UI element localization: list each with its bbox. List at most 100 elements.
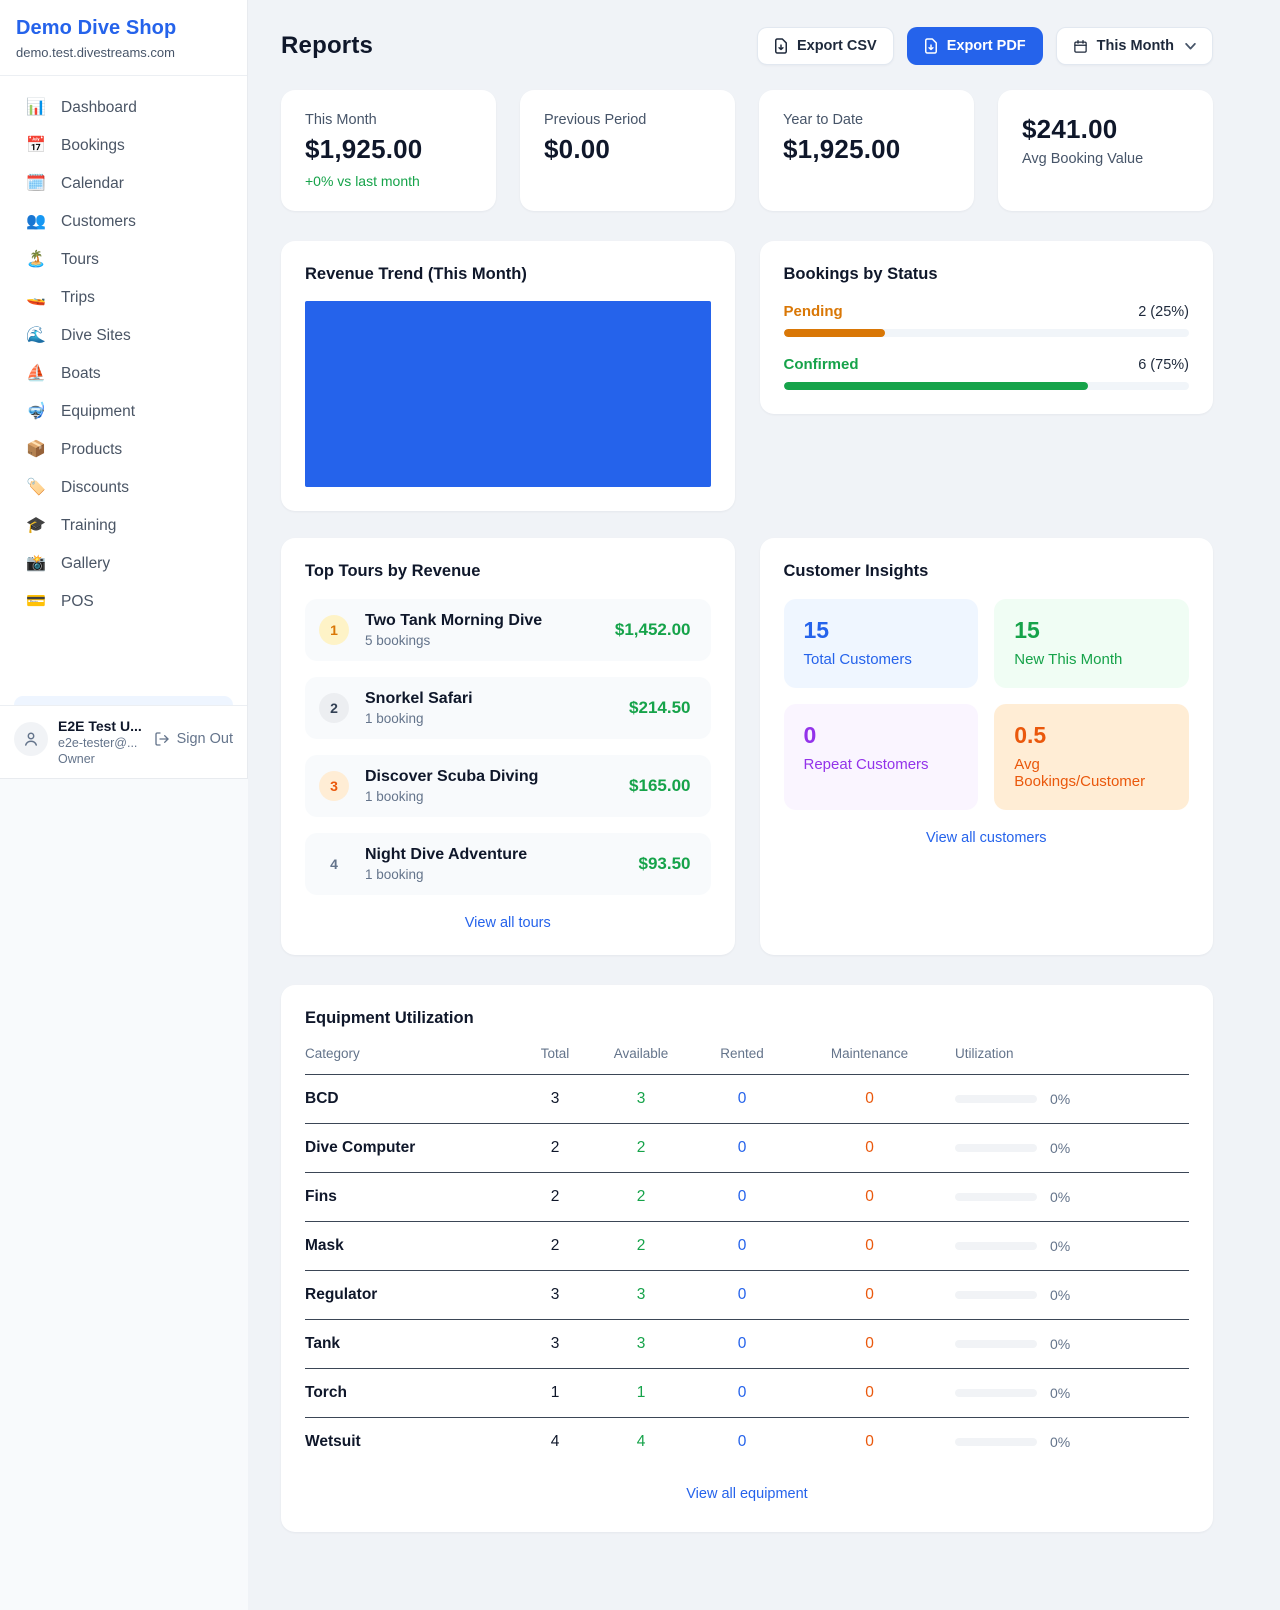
view-all-tours-link[interactable]: View all tours [305,915,711,931]
tour-rank-badge: 3 [319,771,349,801]
equipment-category: Dive Computer [305,1139,515,1157]
equipment-category: Mask [305,1237,515,1255]
file-download-icon [924,38,938,54]
tour-amount: $1,452.00 [615,620,691,640]
equipment-utilization-cell: 0% [942,1189,1189,1205]
customer-insights-card: Customer Insights 15 Total Customers 15 … [760,538,1214,955]
equipment-available: 1 [595,1384,687,1402]
sidebar-item-label: Gallery [61,555,110,573]
equipment-row: Tank 3 3 0 0 0% [305,1320,1189,1369]
sidebar-item-trips[interactable]: 🚤 Trips [12,279,235,317]
sidebar-item-products[interactable]: 📦 Products [12,431,235,469]
stat-card-2: Year to Date$1,925.00 [759,90,974,211]
equipment-total: 2 [515,1188,595,1206]
utilization-percent: 0% [1050,1189,1070,1205]
calendar-icon [1073,39,1088,54]
equipment-row: Wetsuit 4 4 0 0 0% [305,1418,1189,1466]
sidebar-item-reports-partial[interactable] [14,696,233,705]
equipment-rented: 0 [687,1433,797,1451]
sidebar-item-tours[interactable]: 🏝️ Tours [12,241,235,279]
sidebar-item-dashboard[interactable]: 📊 Dashboard [12,89,235,127]
equipment-rented: 0 [687,1237,797,1255]
status-row-pending: Pending 2 (25%) [784,303,1190,337]
tour-row: 2 Snorkel Safari 1 booking $214.50 [305,677,711,739]
stat-card-3: $241.00Avg Booking Value [998,90,1213,211]
export-pdf-label: Export PDF [947,38,1026,54]
equipment-available: 2 [595,1237,687,1255]
status-row-confirmed: Confirmed 6 (75%) [784,356,1190,390]
export-csv-button[interactable]: Export CSV [757,27,894,65]
sidebar-item-calendar[interactable]: 🗓️ Calendar [12,165,235,203]
tour-rank-badge: 2 [319,693,349,723]
insight-tile: 15 Total Customers [784,599,979,688]
equipment-maintenance: 0 [797,1384,942,1402]
equipment-rented: 0 [687,1286,797,1304]
tour-name: Two Tank Morning Dive [365,612,542,630]
stat-label: This Month [305,112,472,128]
equipment-available: 2 [595,1188,687,1206]
utilization-percent: 0% [1050,1238,1070,1254]
sidebar-item-dive-sites[interactable]: 🌊 Dive Sites [12,317,235,355]
sidebar-item-equipment[interactable]: 🤿 Equipment [12,393,235,431]
sidebar-item-boats[interactable]: ⛵ Boats [12,355,235,393]
equipment-utilization-cell: 0% [942,1287,1189,1303]
sidebar-item-label: Dive Sites [61,327,131,345]
insights-row: Top Tours by Revenue 1 Two Tank Morning … [281,538,1213,955]
export-pdf-button[interactable]: Export PDF [907,27,1043,65]
utilization-percent: 0% [1050,1336,1070,1352]
equipment-available: 3 [595,1286,687,1304]
equipment-rented: 0 [687,1384,797,1402]
user-email: e2e-tester@... [58,736,142,750]
sidebar-item-customers[interactable]: 👥 Customers [12,203,235,241]
equipment-category: Torch [305,1384,515,1402]
period-selector[interactable]: This Month [1056,27,1213,65]
tour-bookings: 1 booking [365,711,473,726]
equipment-utilization-cell: 0% [942,1385,1189,1401]
sidebar-item-label: Bookings [61,137,125,155]
sidebar-item-label: Calendar [61,175,124,193]
tour-amount: $214.50 [629,698,690,718]
view-all-equipment-link[interactable]: View all equipment [305,1486,1189,1502]
revenue-trend-chart [305,301,711,487]
tour-rank-badge: 1 [319,615,349,645]
sidebar-item-discounts[interactable]: 🏷️ Discounts [12,469,235,507]
col-utilization: Utilization [942,1046,1189,1061]
equipment-row: Dive Computer 2 2 0 0 0% [305,1124,1189,1173]
sidebar-item-label: Products [61,441,122,459]
equipment-row: Regulator 3 3 0 0 0% [305,1271,1189,1320]
shop-domain: demo.test.divestreams.com [16,45,231,60]
avatar [14,722,48,756]
equipment-maintenance: 0 [797,1188,942,1206]
sidebar-item-training[interactable]: 🎓 Training [12,507,235,545]
sidebar-item-pos[interactable]: 💳 POS [12,583,235,621]
products-icon: 📦 [26,442,46,458]
tour-info: Night Dive Adventure 1 booking [365,846,527,882]
sign-out-label: Sign Out [177,731,233,747]
sidebar-item-bookings[interactable]: 📅 Bookings [12,127,235,165]
equipment-utilization-cell: 0% [942,1091,1189,1107]
equipment-available: 2 [595,1139,687,1157]
sidebar-item-label: Trips [61,289,95,307]
insight-value: 0.5 [1014,722,1169,749]
tour-name: Discover Scuba Diving [365,768,538,786]
utilization-percent: 0% [1050,1091,1070,1107]
stat-value: $1,925.00 [783,134,950,165]
bookings-by-status-card: Bookings by Status Pending 2 (25%) Confi… [760,241,1214,414]
sign-out-button[interactable]: Sign Out [154,731,233,747]
stat-value: $0.00 [544,134,711,165]
tour-info: Snorkel Safari 1 booking [365,690,473,726]
stat-label: Avg Booking Value [1022,151,1189,167]
sidebar-item-gallery[interactable]: 📸 Gallery [12,545,235,583]
equipment-total: 3 [515,1335,595,1353]
utilization-percent: 0% [1050,1140,1070,1156]
utilization-bar-track [955,1438,1037,1446]
charts-row: Revenue Trend (This Month) Bookings by S… [281,241,1213,511]
view-all-customers-link[interactable]: View all customers [784,830,1190,846]
equipment-total: 3 [515,1286,595,1304]
user-icon [22,730,40,748]
equipment-row: Mask 2 2 0 0 0% [305,1222,1189,1271]
equipment-maintenance: 0 [797,1090,942,1108]
dashboard-icon: 📊 [26,100,46,116]
status-progress-fill [784,329,885,337]
tour-list: 1 Two Tank Morning Dive 5 bookings $1,45… [305,599,711,895]
